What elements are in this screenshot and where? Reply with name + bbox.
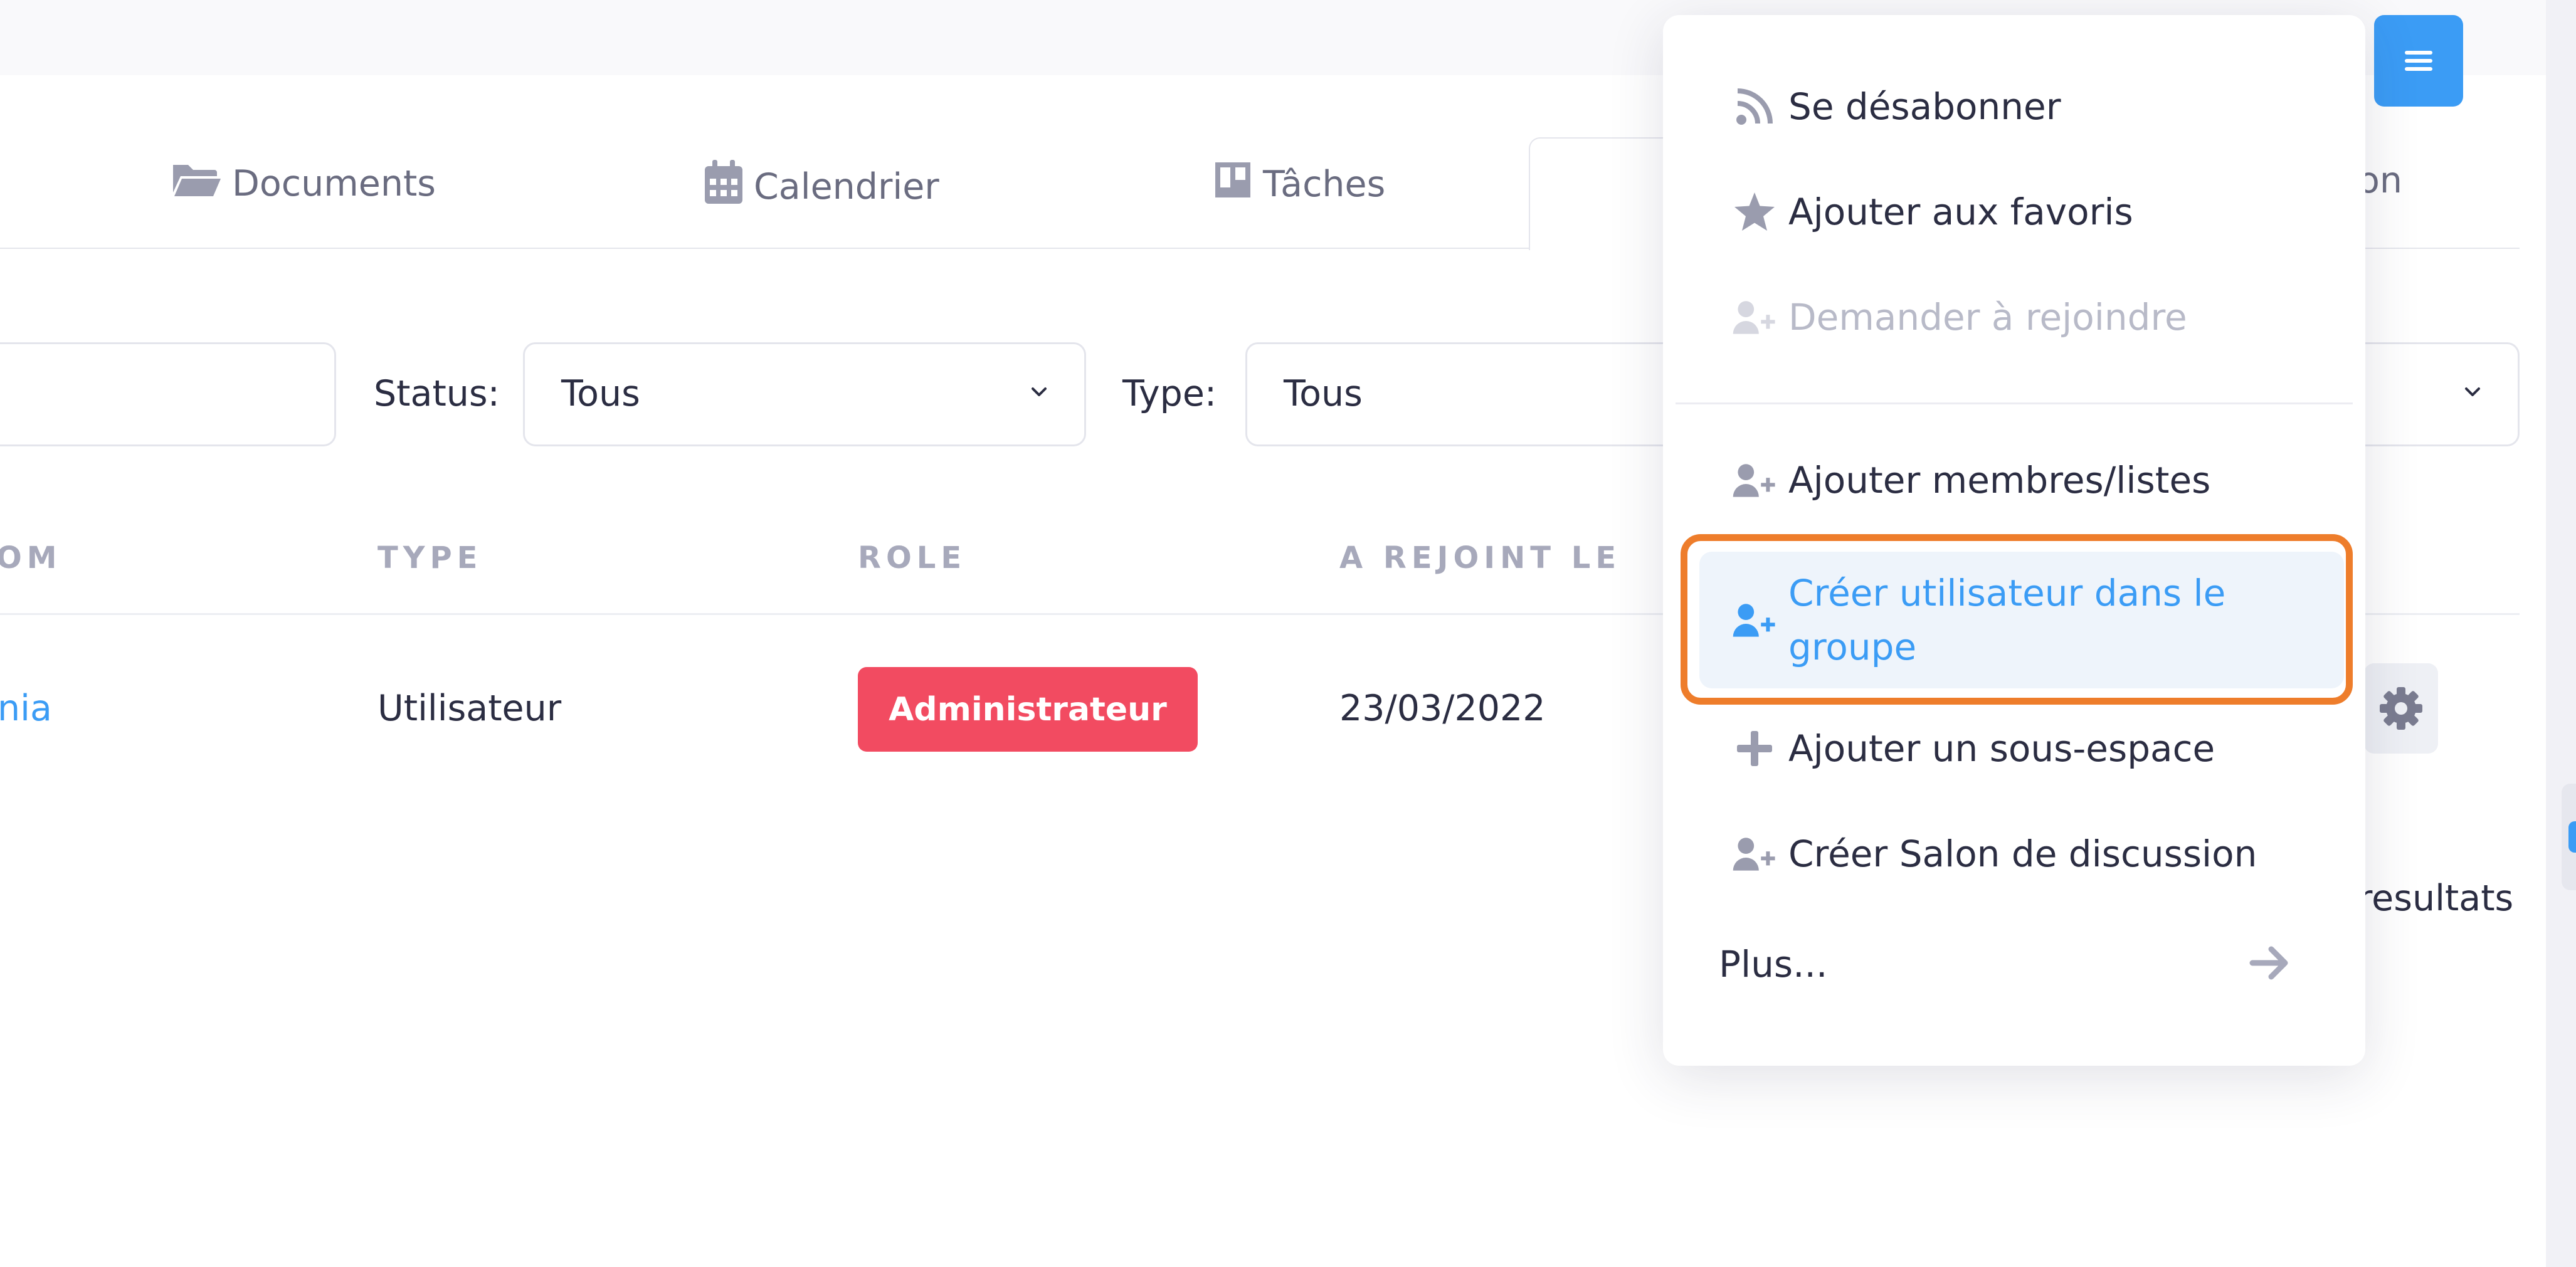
menu-item-label: Ajouter membres/listes	[1788, 459, 2211, 502]
menu-item-add-members[interactable]: Ajouter membres/listes	[1732, 458, 2210, 503]
member-joined-date: 23/03/2022	[1339, 688, 1546, 729]
column-header-type[interactable]: TYPE	[377, 540, 482, 576]
status-select[interactable]: Tous	[523, 342, 1086, 446]
menu-item-label: Ajouter aux favoris	[1788, 191, 2133, 233]
highlight-outline	[1681, 534, 2353, 705]
type-label: Type:	[1122, 373, 1217, 414]
chevron-down-icon	[2465, 387, 2480, 396]
column-header-role[interactable]: ROLE	[858, 540, 966, 576]
menu-item-label: Se désabonner	[1788, 85, 2061, 128]
menu-item-add-favorite[interactable]: Ajouter aux favoris	[1732, 189, 2133, 234]
user-plus-icon	[1732, 295, 1777, 340]
tab-bar-divider	[0, 248, 1530, 249]
hamburger-icon	[2405, 51, 2432, 71]
type-select-value: Tous	[1284, 373, 1363, 414]
tab-label: Calendrier	[754, 166, 939, 208]
row-settings-button[interactable]	[2364, 663, 2438, 754]
kanban-icon	[1213, 160, 1253, 209]
tab-taches[interactable]: Tâches	[1213, 160, 1385, 209]
member-type: Utilisateur	[377, 688, 562, 729]
folder-open-icon	[171, 160, 222, 208]
calendar-icon	[704, 160, 744, 214]
search-input[interactable]	[0, 342, 336, 446]
chevron-down-icon	[1032, 387, 1047, 396]
menu-item-label: Créer Salon de discussion	[1788, 833, 2257, 875]
user-plus-icon	[1732, 831, 1777, 876]
status-select-value: Tous	[561, 373, 640, 414]
star-icon	[1732, 189, 1777, 234]
scroll-handle-indicator	[2568, 821, 2576, 853]
menu-item-label: Ajouter un sous-espace	[1788, 727, 2215, 770]
right-scroll-area	[2546, 0, 2576, 1267]
gear-icon	[2380, 687, 2422, 730]
column-header-nom[interactable]: OM	[0, 540, 62, 576]
menu-item-request-join[interactable]: Demander à rejoindre	[1732, 295, 2187, 340]
menu-item-label: Demander à rejoindre	[1788, 296, 2187, 339]
status-label: Status:	[374, 373, 500, 414]
menu-divider	[1676, 402, 2353, 404]
arrow-right-icon[interactable]	[2247, 940, 2293, 988]
scroll-handle[interactable]	[2562, 784, 2576, 890]
tab-label: Tâches	[1263, 164, 1386, 205]
tab-documents[interactable]: Documents	[171, 160, 436, 208]
user-plus-icon	[1732, 458, 1777, 503]
column-header-joined[interactable]: A REJOINT LE	[1339, 540, 1621, 576]
plus-icon	[1732, 726, 1777, 771]
role-badge-label: Administrateur	[889, 690, 1167, 728]
tab-label: Documents	[232, 163, 436, 204]
menu-item-add-subspace[interactable]: Ajouter un sous-espace	[1732, 726, 2215, 771]
menu-item-unsubscribe[interactable]: Se désabonner	[1732, 84, 2061, 129]
menu-item-create-chat-room[interactable]: Créer Salon de discussion	[1732, 831, 2257, 876]
menu-item-more[interactable]: Plus...	[1719, 943, 1827, 986]
results-count-text: resultats	[2358, 878, 2514, 919]
tab-calendrier[interactable]: Calendrier	[704, 160, 939, 214]
role-badge: Administrateur	[858, 667, 1198, 752]
menu-toggle-button[interactable]	[2374, 15, 2463, 107]
rss-icon	[1732, 84, 1777, 129]
member-name-link[interactable]: nia	[0, 688, 52, 729]
